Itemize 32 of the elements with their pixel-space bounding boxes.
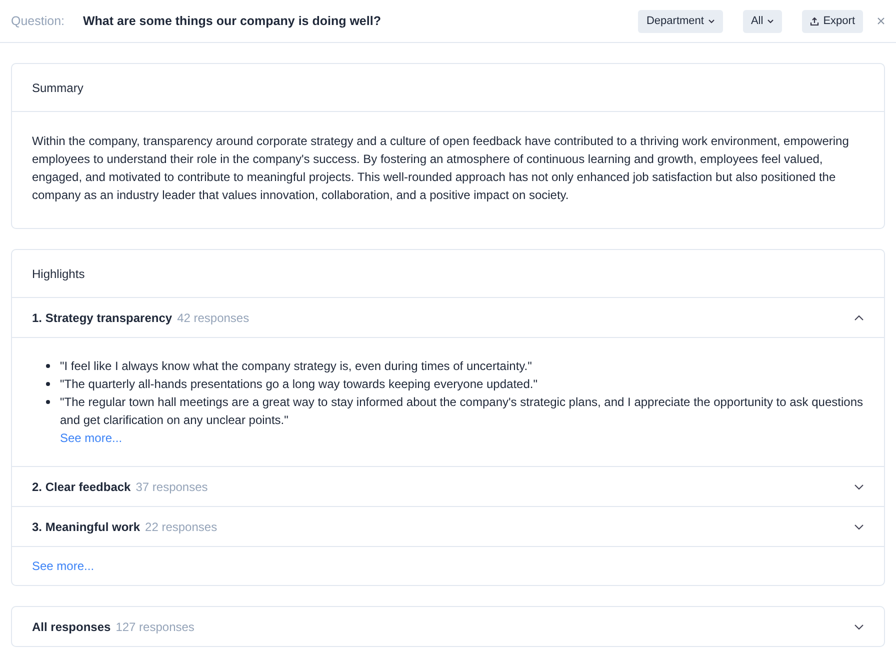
response-count: 37 responses: [136, 480, 209, 494]
highlight-title[interactable]: 2. Clear feedback: [32, 480, 131, 494]
export-button[interactable]: Export: [802, 10, 863, 32]
bullet-icon: [46, 364, 50, 368]
chevron-up-icon[interactable]: [854, 314, 864, 320]
bullet-icon: [46, 400, 50, 404]
summary-text: Within the company, transparency around corporate strategy and a culture of open feedback have contributed to a thriving work environment, empowering employees to understand their role in the company's success. By fostering an atmosphere of continuous learning and growth, employees feel valued, engaged, and motivated to contribute to meaningful projects. This well-rounded approach has not only enhanced job satisfaction but also positioned the company as an industry leader that values innovation, collaboration, and a positive impact on society.: [31, 133, 850, 204]
chevron-down-icon[interactable]: [854, 484, 864, 490]
response-count: 127 responses: [116, 620, 196, 634]
highlight-title[interactable]: 3. Meaningful work: [32, 520, 140, 534]
highlight-title[interactable]: 1. Strategy transparency: [32, 310, 172, 324]
filter-dropdown[interactable]: All: [742, 10, 782, 32]
response-count: 42 responses: [177, 310, 250, 324]
question-text: What are some things our company is doing well?: [83, 14, 382, 28]
see-more-link[interactable]: See more...: [32, 559, 94, 573]
question-label: Question:: [11, 14, 66, 28]
see-more-link[interactable]: See more...: [60, 431, 122, 445]
chevron-down-icon[interactable]: [854, 624, 864, 630]
chevron-down-icon[interactable]: [854, 524, 864, 530]
chevron-down-icon: [708, 18, 715, 24]
chevron-down-icon: [767, 18, 774, 24]
filter-dropdown[interactable]: Department: [638, 10, 723, 32]
quote-text: "The regular town hall meetings are a great way to stay informed about the company's strategic plans, and I appreciate the opportunity to ask questions and get clarification on any unclear points.": [60, 394, 864, 429]
upload-icon: [810, 16, 820, 26]
close-icon[interactable]: [877, 17, 885, 25]
quote-text: "The quarterly all-hands presentations go a long way towards keeping everyone updated.": [60, 376, 538, 393]
response-count: 22 responses: [145, 520, 218, 534]
card-title: Summary: [12, 64, 884, 112]
card-title: Highlights: [12, 250, 884, 298]
all-responses-title[interactable]: All responses: [32, 620, 111, 634]
quote-text: "I feel like I always know what the company strategy is, even during times of uncertainty.": [60, 358, 532, 375]
bullet-icon: [46, 382, 50, 386]
